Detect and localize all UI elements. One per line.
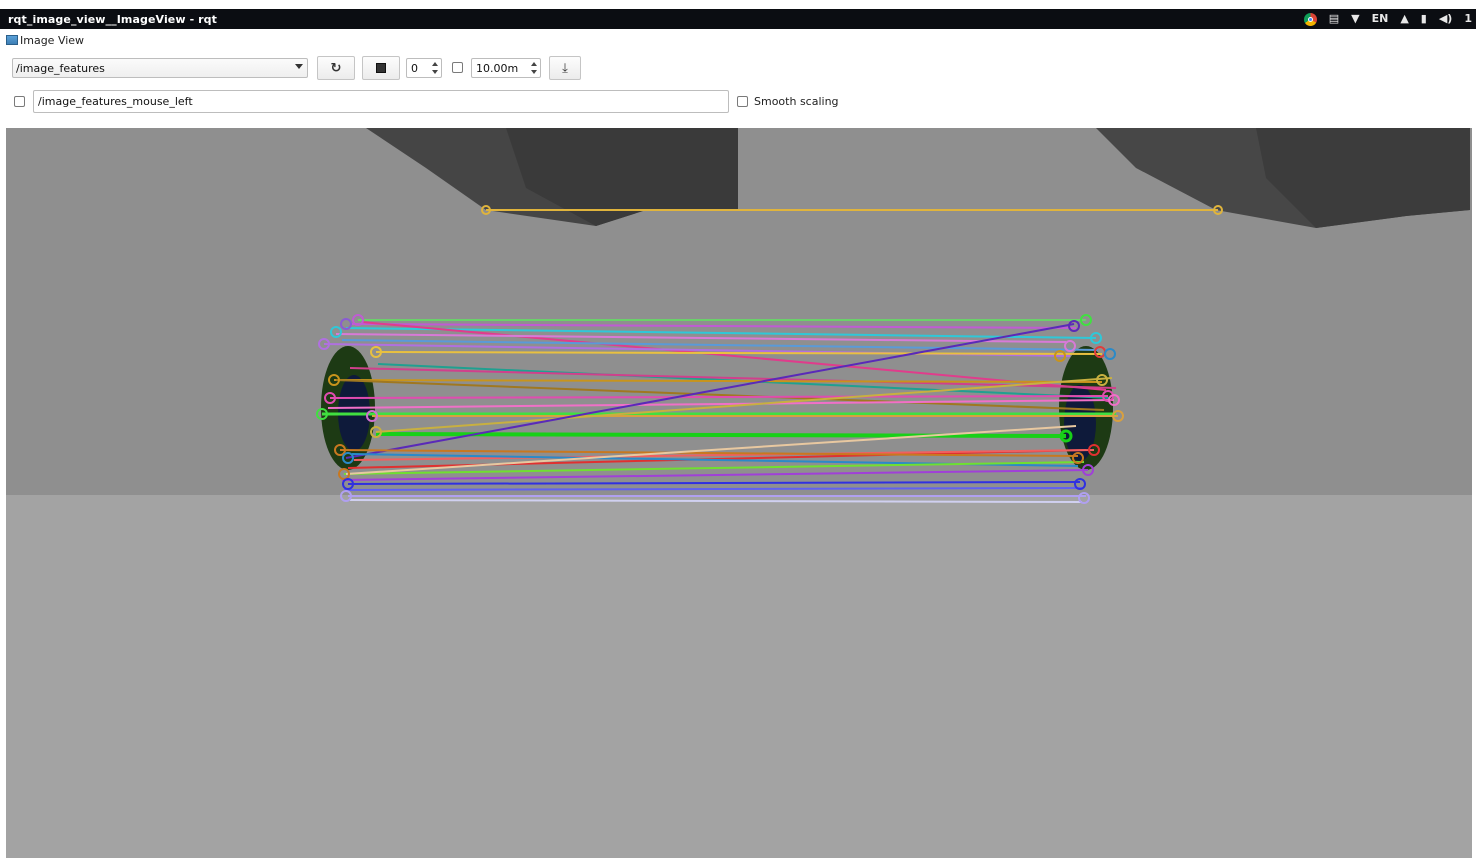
dynamic-range-checkbox[interactable] <box>452 62 463 73</box>
mouse-topic-input[interactable] <box>33 90 729 113</box>
network-icon[interactable]: ▤ <box>1329 9 1339 29</box>
chevron-down-icon <box>295 64 303 69</box>
keyboard-layout[interactable]: EN <box>1372 9 1389 29</box>
window-title: rqt_image_view__ImageView - rqt <box>8 12 218 26</box>
topic-combobox[interactable]: /image_features <box>12 58 308 78</box>
battery-icon[interactable]: ▮ <box>1421 9 1427 29</box>
rotation-spinbox[interactable]: 10.00m <box>471 58 541 78</box>
volume-icon[interactable]: ◀) <box>1439 9 1453 29</box>
spin-down-icon[interactable] <box>530 70 537 74</box>
clock[interactable]: 1 <box>1464 9 1472 29</box>
ground-region <box>6 495 1472 858</box>
image-canvas[interactable] <box>6 128 1472 858</box>
save-image-button[interactable]: ⤓ <box>549 56 581 80</box>
wifi-icon[interactable]: ▼ <box>1351 9 1359 29</box>
plugin-header: Image View <box>6 32 84 48</box>
chrome-icon[interactable] <box>1303 12 1317 26</box>
title-bar: rqt_image_view__ImageView - rqt ▤ ▼ EN ▲… <box>0 9 1476 29</box>
zoom-spinbox-value: 0 <box>411 61 418 75</box>
notification-bell-icon[interactable]: ▲ <box>1400 9 1408 29</box>
rqt-window: rqt_image_view__ImageView - rqt ▤ ▼ EN ▲… <box>0 0 1476 865</box>
spin-up-icon[interactable] <box>431 62 438 66</box>
spin-arrows[interactable] <box>430 60 439 76</box>
zoom-spinbox[interactable]: 0 <box>406 58 442 78</box>
zoom-fit-icon <box>376 63 386 73</box>
save-icon: ⤓ <box>562 60 568 76</box>
smooth-scaling-checkbox[interactable] <box>737 96 748 107</box>
topic-combobox-value: /image_features <box>16 61 105 75</box>
zoom-fit-button[interactable] <box>362 56 400 80</box>
refresh-icon: ↻ <box>330 60 342 76</box>
publish-mouse-checkbox[interactable] <box>14 96 25 107</box>
rotation-spinbox-value: 10.00m <box>476 61 519 75</box>
spin-arrows[interactable] <box>529 60 538 76</box>
spin-up-icon[interactable] <box>530 62 537 66</box>
image-view-icon <box>6 35 18 45</box>
plugin-title: Image View <box>20 33 85 47</box>
spin-down-icon[interactable] <box>431 70 438 74</box>
system-tray: ▤ ▼ EN ▲ ▮ ◀) 1 <box>1303 9 1476 29</box>
image-features-render <box>6 128 1472 858</box>
smooth-scaling-label: Smooth scaling <box>754 95 839 108</box>
refresh-button[interactable]: ↻ <box>317 56 355 80</box>
